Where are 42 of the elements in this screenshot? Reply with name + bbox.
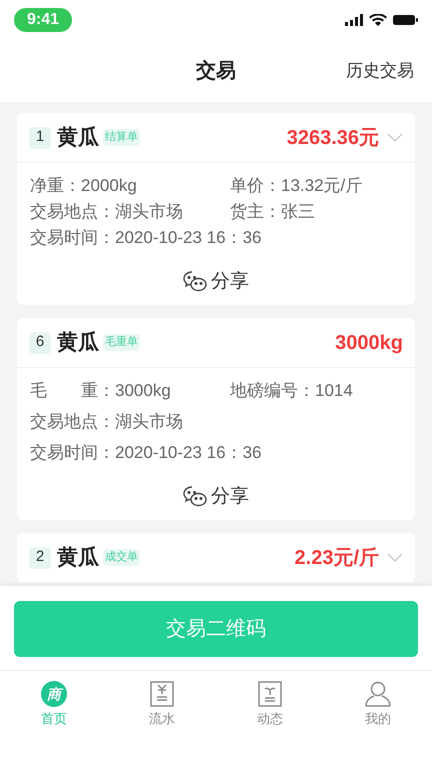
time-pill: 9:41 [14, 8, 72, 32]
battery-icon [393, 15, 418, 25]
detail-field: 净重：2000kg [30, 173, 230, 199]
index-badge: 2 [29, 546, 51, 568]
amount: 3263.36元 [286, 126, 379, 150]
detail-field: 交易地点：湖头市场 [30, 199, 230, 225]
detail-field: 地磅编号：1014 [230, 378, 353, 404]
amount: 3000kg [335, 330, 403, 356]
detail-field: 交易地点：湖头市场 [30, 409, 230, 435]
detail-field: 货主：张三 [230, 199, 315, 225]
receipt-icon [150, 681, 174, 707]
chat-bubbles-icon [183, 271, 207, 293]
tab-item[interactable]: 我的 [324, 671, 432, 768]
chevron-down-icon[interactable] [387, 552, 403, 562]
amount: 2.23元/斤 [294, 546, 379, 570]
product-name: 黄瓜 [57, 330, 99, 356]
tab-item[interactable]: 流水 [108, 671, 216, 768]
chat-bubbles-icon [183, 486, 207, 508]
chevron-down-icon[interactable] [387, 132, 403, 142]
detail-field: 交易时间：2020-10-23 16：36 [30, 225, 262, 251]
detail-field: 交易时间：2020-10-23 16：36 [30, 440, 262, 466]
wifi-icon [369, 14, 387, 26]
share-button[interactable]: 分享 [183, 484, 249, 510]
index-badge: 1 [29, 126, 51, 148]
shop-icon: 商 [41, 681, 67, 707]
page-title: 交易 [196, 58, 236, 84]
product-name: 黄瓜 [57, 124, 99, 151]
order-tag: 成交单 [103, 549, 140, 566]
sprout-icon [258, 681, 282, 707]
order-tag: 毛重单 [103, 334, 140, 351]
detail-field: 单价：13.32元/斤 [230, 173, 362, 199]
share-button[interactable]: 分享 [183, 269, 249, 295]
detail-field: 毛 重：3000kg [30, 378, 230, 404]
person-icon [364, 681, 392, 707]
product-name: 黄瓜 [57, 544, 99, 571]
signal-icon [345, 14, 363, 26]
history-link[interactable]: 历史交易 [346, 58, 414, 84]
tab-item[interactable]: 动态 [216, 671, 324, 768]
index-badge: 6 [29, 332, 51, 354]
order-tag: 结算单 [103, 129, 140, 146]
tab-item[interactable]: 商 首页 [0, 671, 108, 768]
qr-code-button[interactable]: 交易二维码 [14, 601, 418, 657]
